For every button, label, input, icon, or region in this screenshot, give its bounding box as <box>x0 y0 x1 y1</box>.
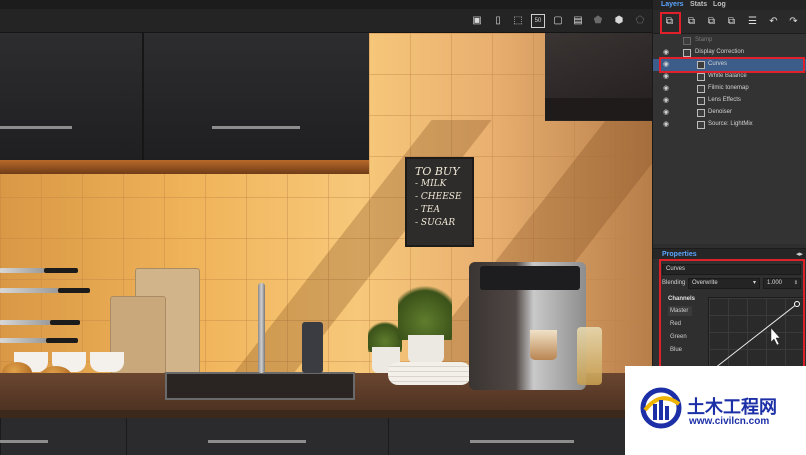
undo-icon[interactable]: ↶ <box>766 15 781 29</box>
properties-header: Properties ◂▸ <box>653 248 806 259</box>
upper-cabinet-left <box>0 33 142 160</box>
highlight-box <box>659 57 805 73</box>
tab-layers[interactable]: Layers <box>661 1 684 8</box>
upper-cabinet-right <box>142 33 369 160</box>
knife-handle <box>58 288 90 293</box>
tab-log[interactable]: Log <box>713 1 726 8</box>
highlight-box <box>659 259 805 367</box>
bowl <box>90 352 124 372</box>
cabinet-handle <box>212 126 300 129</box>
counter-edge <box>0 410 652 418</box>
filmic-tonemap-icon <box>697 85 705 93</box>
teapot-render-icon[interactable]: ⬢ <box>612 14 626 28</box>
tab-stats[interactable]: Stats <box>690 1 707 8</box>
layer-row-stamp[interactable]: Stamp <box>653 35 806 47</box>
watermark-logo-icon <box>640 387 682 429</box>
knife <box>0 288 58 293</box>
render-region-icon[interactable]: ▤ <box>571 14 585 28</box>
layer-icon[interactable]: ⧉ <box>704 15 719 29</box>
lower-cabinet <box>126 418 388 455</box>
layer-label: Lens Effects <box>708 97 741 103</box>
layer-label: Source: LightMix <box>708 121 753 127</box>
lens-effects-icon <box>697 97 705 105</box>
chalk-line: - CHEESE <box>415 192 462 202</box>
eye-icon[interactable]: ◉ <box>661 97 671 105</box>
cabinet-handle <box>470 440 574 443</box>
lightmix-icon <box>697 121 705 129</box>
chalk-line: - TEA <box>415 205 440 215</box>
soap-bottle <box>302 322 323 373</box>
eye-icon[interactable]: ◉ <box>661 121 671 129</box>
lower-cabinet <box>0 418 126 455</box>
panel-tabs: Layers Stats Log <box>653 0 806 10</box>
lower-cabinet <box>388 418 652 455</box>
layer-label: Display Correction <box>695 49 745 55</box>
panel-toggle-icon[interactable]: ◂▸ <box>796 250 803 258</box>
display-correction-icon <box>683 49 691 57</box>
white-balance-icon <box>697 73 705 81</box>
knife <box>0 268 44 273</box>
layer-icon[interactable]: ⧉ <box>724 15 739 29</box>
layer-icon[interactable]: ⧉ <box>684 15 699 29</box>
knife-handle <box>50 320 80 325</box>
teapot-icon[interactable]: ⬟ <box>591 14 605 28</box>
eye-icon[interactable]: ◉ <box>661 109 671 117</box>
viewport-toolbar: ▣ ▯ ⬚ 50 ▢ ▤ ⬟ ⬢ ⬠ <box>0 0 652 33</box>
faucet <box>258 283 265 373</box>
chalkboard: TO BUY - MILK - CHEESE - TEA - SUGAR <box>405 157 474 247</box>
plant-pot <box>408 335 444 363</box>
knife-handle <box>44 268 78 273</box>
layer-row-lens-effects[interactable]: ◉ Lens Effects <box>653 95 806 107</box>
chalk-line: - SUGAR <box>415 218 456 228</box>
denoiser-icon <box>697 109 705 117</box>
render-viewport[interactable]: TO BUY - MILK - CHEESE - TEA - SUGAR ▣ ▯… <box>0 0 652 455</box>
range-hood-bottom <box>545 98 652 120</box>
plate-stack <box>388 362 471 385</box>
list-icon[interactable]: ☰ <box>745 15 760 29</box>
cabinet-handle <box>0 126 72 129</box>
layer-row-denoiser[interactable]: ◉ Denoiser <box>653 107 806 119</box>
watermark: 土木工程网 www.civilcn.com <box>625 366 806 455</box>
layer-row-source-lightmix[interactable]: ◉ Source: LightMix <box>653 119 806 131</box>
teapot-stop-icon[interactable]: ⬠ <box>633 14 647 28</box>
redo-icon[interactable]: ↷ <box>786 15 801 29</box>
layer-label: Denoiser <box>708 109 733 115</box>
document-icon[interactable]: ▯ <box>491 14 505 28</box>
layer-label: Filmic tonemap <box>708 85 749 91</box>
eye-icon[interactable]: ◉ <box>661 73 671 81</box>
coffee-machine-panel <box>480 266 580 290</box>
stamp-icon <box>683 37 691 45</box>
coffee-cup <box>530 330 557 360</box>
knife <box>0 338 46 343</box>
highlight-box <box>660 12 681 34</box>
region-select-icon[interactable]: ⬚ <box>511 14 525 28</box>
sink <box>165 372 355 400</box>
knife <box>0 320 50 325</box>
knife-handle <box>46 338 78 343</box>
zoom-50-icon[interactable]: 50 <box>531 14 545 28</box>
layer-label: White Balance <box>708 73 747 79</box>
plant <box>398 278 452 340</box>
layer-label: Stamp <box>695 37 713 43</box>
chalk-line: - MILK <box>415 179 447 189</box>
cabinet-underlight <box>0 160 369 174</box>
layer-row-filmic-tonemap[interactable]: ◉ Filmic tonemap <box>653 83 806 95</box>
eye-icon[interactable]: ◉ <box>661 49 671 57</box>
eye-icon[interactable]: ◉ <box>661 85 671 93</box>
jar <box>577 327 602 385</box>
frame-icon[interactable]: ▢ <box>551 14 565 28</box>
chalk-line: TO BUY <box>415 165 460 178</box>
cabinet-handle <box>208 440 306 443</box>
viewport-title-strip <box>0 0 652 9</box>
save-icon[interactable]: ▣ <box>470 14 484 28</box>
watermark-url: www.civilcn.com <box>689 416 770 427</box>
cabinet-handle <box>0 440 48 443</box>
properties-title: Properties <box>662 251 697 258</box>
